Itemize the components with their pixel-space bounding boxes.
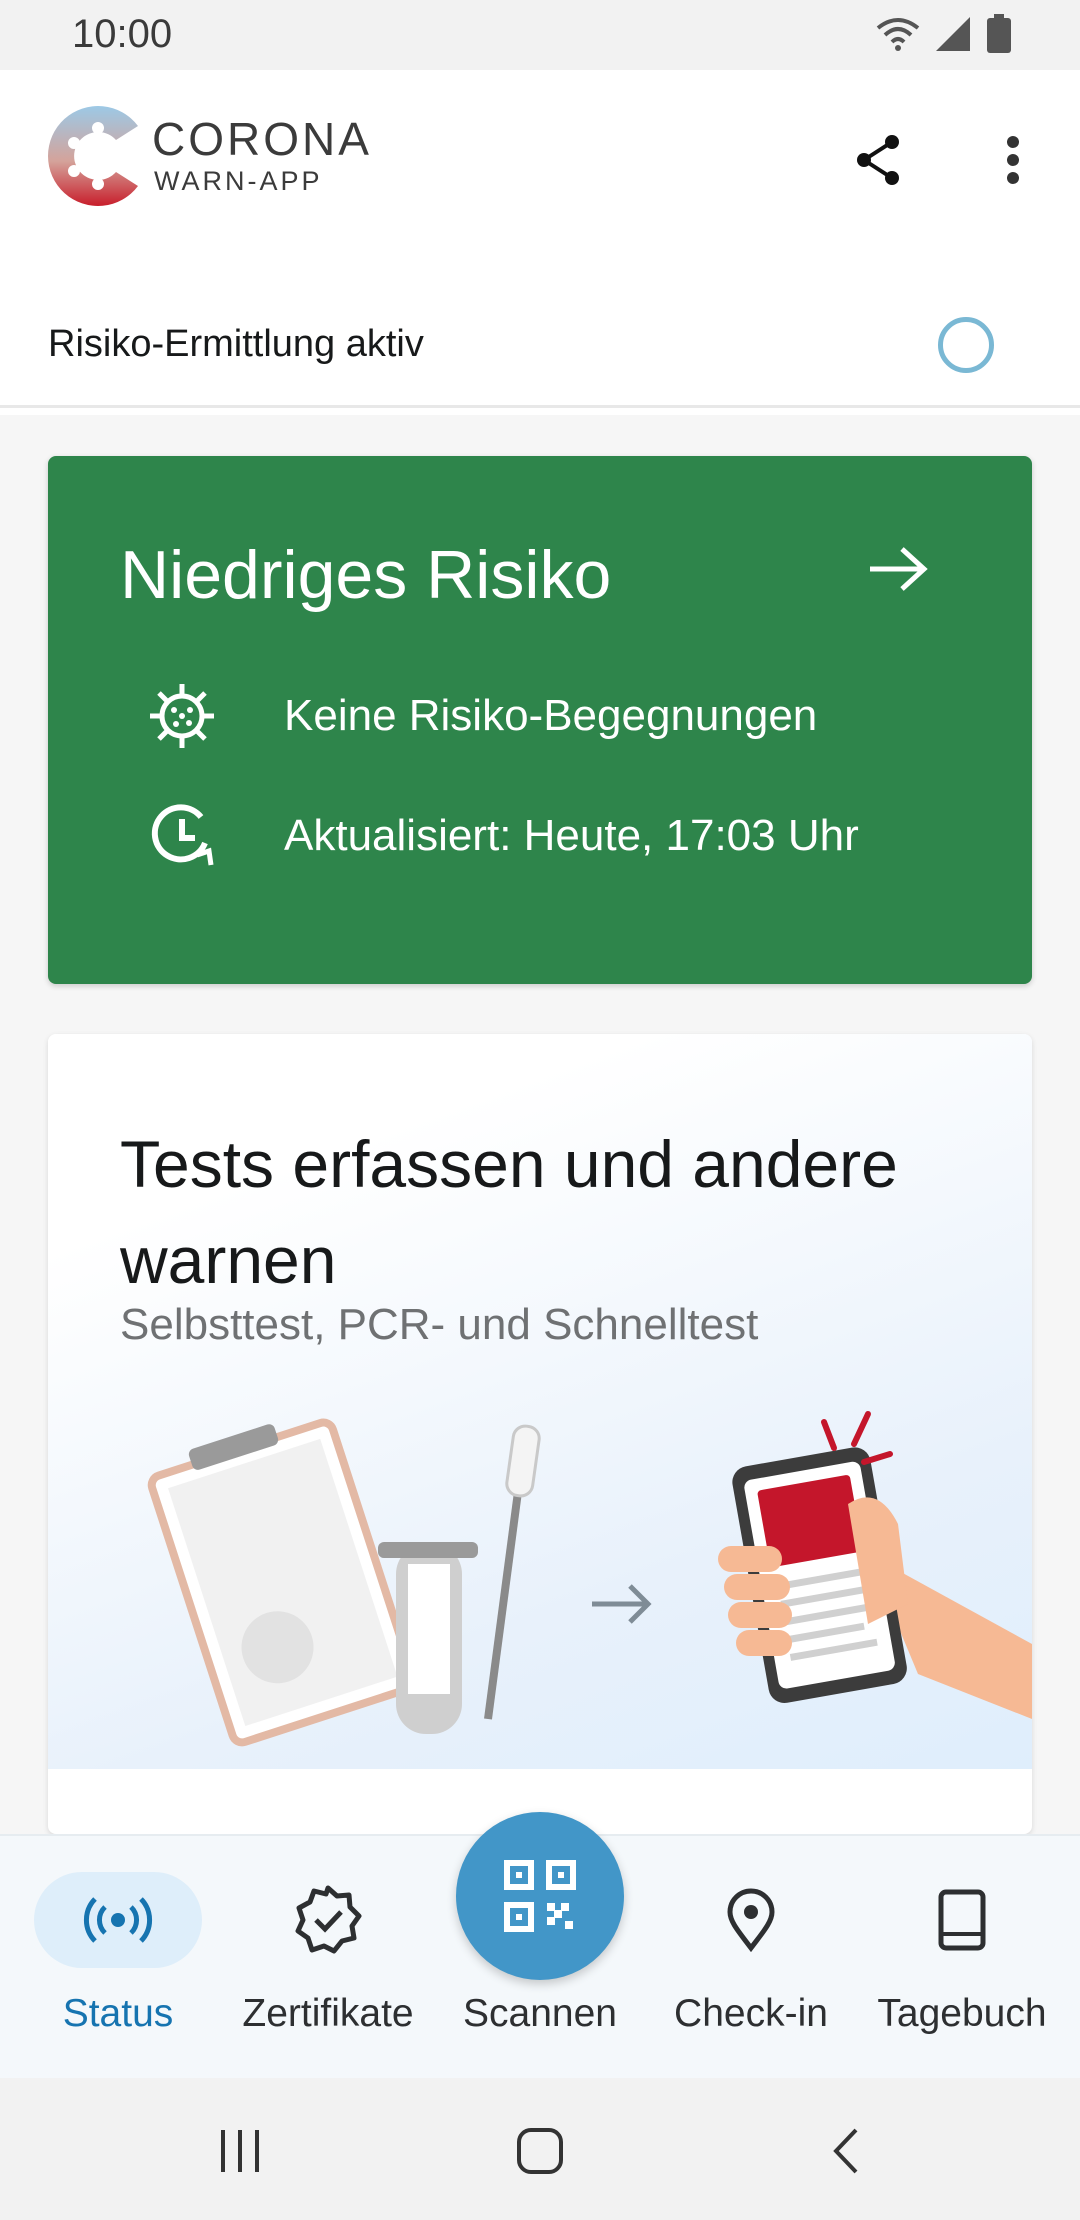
battery-icon — [987, 14, 1011, 53]
tests-title: Tests erfassen und andere warnen — [120, 1127, 898, 1297]
signal-icon — [936, 17, 970, 51]
risk-updated-text: Aktualisiert: Heute, 17:03 Uhr — [284, 811, 859, 860]
share-icon — [857, 135, 899, 185]
back-icon — [833, 2128, 858, 2174]
tests-card[interactable]: Tests erfassen und andere warnen Selbstt… — [48, 1034, 1032, 1834]
nav-tab-diary[interactable]: Tagebuch — [856, 1836, 1068, 2080]
broadcast-icon — [34, 1872, 202, 1968]
status-bar: 10:00 — [0, 0, 1080, 70]
risk-encounters-row: Keine Risiko-Begegnungen — [120, 676, 817, 756]
more-options-button[interactable] — [983, 130, 1043, 190]
arrow-right-icon — [870, 547, 928, 591]
tracing-label: Risiko-Ermittlung aktiv — [48, 323, 424, 365]
system-navigation-bar — [0, 2078, 1080, 2220]
nav-tab-checkin[interactable]: Check-in — [645, 1836, 857, 2080]
risk-card[interactable]: Niedriges Risiko Keine Risiko-Begegnunge… — [48, 456, 1032, 984]
nav-label-checkin: Check-in — [674, 1992, 828, 2035]
nav-label-diary: Tagebuch — [877, 1992, 1047, 2035]
nav-label-scan: Scannen — [463, 1992, 617, 2035]
recents-button[interactable] — [210, 2116, 270, 2186]
nav-label-status: Status — [62, 1992, 174, 2035]
clock-refresh-icon — [120, 796, 244, 876]
header-divider — [0, 405, 1080, 408]
risk-encounters-text: Keine Risiko-Begegnungen — [284, 691, 818, 740]
status-icons — [876, 14, 1012, 54]
progress-ring-icon — [938, 317, 994, 373]
nav-tab-status[interactable]: Status — [12, 1836, 224, 2080]
certificate-badge-icon — [244, 1872, 412, 1968]
logo-title: CORONA — [152, 113, 372, 165]
virus-icon — [120, 676, 244, 756]
back-button[interactable] — [815, 2116, 875, 2186]
nav-tab-certificates[interactable]: Zertifikate — [222, 1836, 434, 2080]
app-logo — [46, 100, 146, 217]
scan-fab-button[interactable] — [456, 1812, 624, 1980]
share-button[interactable] — [848, 130, 908, 190]
location-pin-icon — [667, 1872, 835, 1968]
recents-icon — [221, 2130, 259, 2172]
tests-subtitle: Selbsttest, PCR- und Schnelltest — [120, 1300, 759, 1349]
more-vert-icon — [1007, 136, 1019, 184]
corona-logo-icon — [47, 106, 138, 206]
status-time: 10:00 — [72, 12, 173, 56]
wifi-icon — [876, 18, 920, 51]
nav-label-certificates: Zertifikate — [242, 1992, 414, 2035]
book-icon — [878, 1872, 1046, 1968]
qr-code-icon — [504, 1860, 576, 1932]
risk-updated-row: Aktualisiert: Heute, 17:03 Uhr — [120, 796, 859, 876]
test-registration-illustration — [147, 1411, 1032, 1747]
app-header: CORONA WARN-APP Risiko-Ermittlung aktiv — [0, 70, 1080, 415]
home-button[interactable] — [510, 2116, 570, 2186]
home-icon — [517, 2128, 563, 2174]
risk-tracing-status[interactable]: Risiko-Ermittlung aktiv — [0, 295, 1080, 395]
logo-subtitle: WARN-APP — [154, 166, 323, 196]
risk-title: Niedriges Risiko — [120, 537, 612, 613]
